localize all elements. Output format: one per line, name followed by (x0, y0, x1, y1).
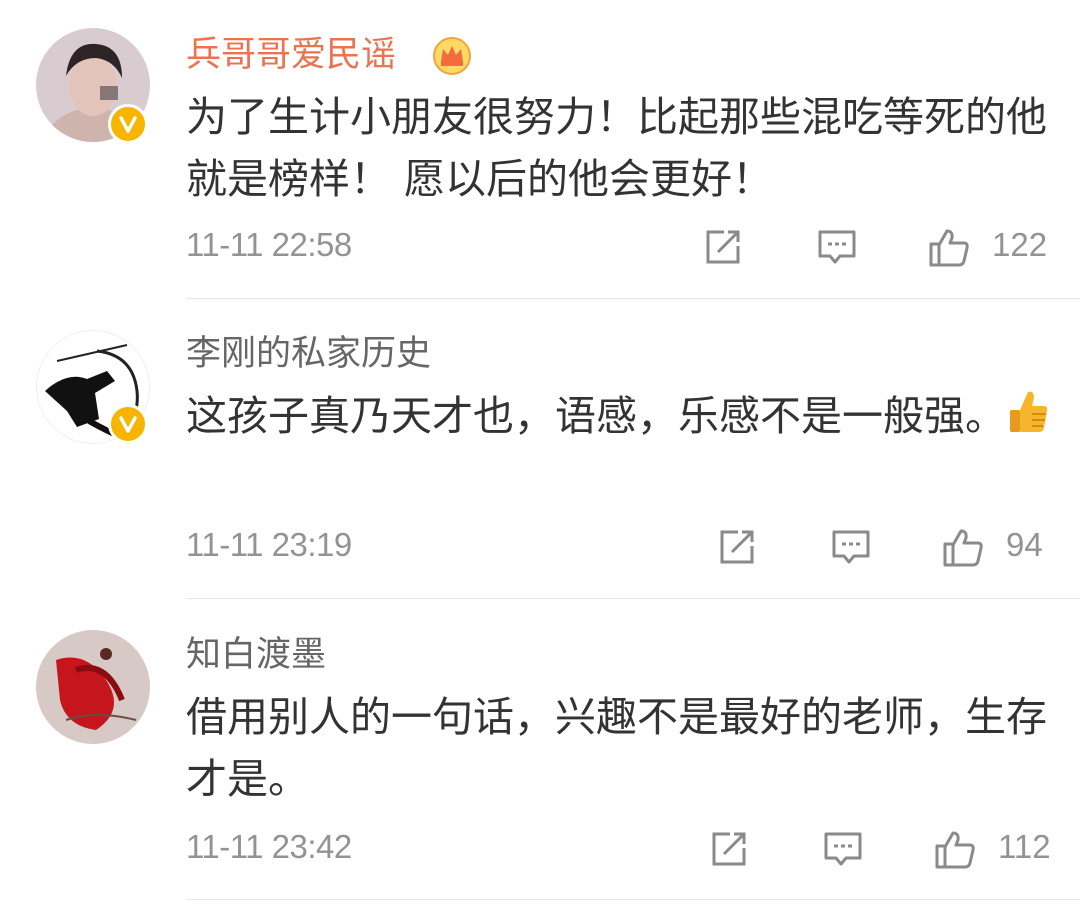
comment-item: 知白渡墨 借用别人的一句话，兴趣不是最好的老师，生存才是。 11-11 23:4… (0, 600, 1080, 902)
comment-meta: 11-11 23:42 112 (0, 820, 1080, 880)
username[interactable]: 李刚的私家历史 (186, 333, 431, 375)
comment-text: 借用别人的一句话，兴趣不是最好的老师，生存才是。 (186, 693, 1047, 803)
divider (186, 598, 1080, 599)
username[interactable]: 知白渡墨 (186, 634, 326, 676)
repost-icon[interactable] (708, 828, 750, 870)
divider (186, 298, 1080, 299)
like-count: 94 (1006, 526, 1043, 563)
like-count: 112 (998, 828, 1051, 865)
like-icon[interactable] (942, 526, 984, 568)
comment-icon[interactable] (830, 526, 872, 568)
repost-icon[interactable] (716, 526, 758, 568)
comment-icon[interactable] (822, 828, 864, 870)
comment-text: 这孩子真乃天才也，语感，乐感不是一般强。 (186, 385, 1056, 447)
like-count: 122 (992, 226, 1048, 263)
timestamp: 11-11 23:42 (186, 828, 352, 865)
like-icon[interactable] (928, 226, 970, 268)
comment-meta: 11-11 22:58 122 (0, 218, 1080, 278)
avatar[interactable] (36, 630, 150, 744)
comment-item: 李刚的私家历史 这孩子真乃天才也，语感，乐感不是一般强。 11-11 23:19… (0, 300, 1080, 600)
comment-text: 为了生计小朋友很努力！比起那些混吃等死的他就是榜样！ 愿以后的他会更好！ (186, 93, 1047, 203)
like-icon[interactable] (934, 828, 976, 870)
member-crown-icon[interactable] (432, 36, 472, 76)
verified-badge-icon (108, 104, 148, 144)
timestamp: 11-11 23:19 (186, 526, 352, 563)
username[interactable]: 兵哥哥爱民谣 (186, 34, 396, 76)
verified-badge-icon (108, 404, 148, 444)
comment-icon[interactable] (816, 226, 858, 268)
divider (186, 899, 1080, 900)
comment-text-body: 这孩子真乃天才也，语感，乐感不是一般强。 (186, 392, 1006, 440)
repost-icon[interactable] (702, 226, 744, 268)
timestamp: 11-11 22:58 (186, 226, 352, 263)
thumbs-up-emoji-icon (1006, 388, 1050, 436)
comment-item: 兵哥哥爱民谣 为了生计小朋友很努力！比起那些混吃等死的他就是榜样！ 愿以后的他会… (0, 0, 1080, 300)
comment-meta: 11-11 23:19 94 (0, 518, 1080, 578)
